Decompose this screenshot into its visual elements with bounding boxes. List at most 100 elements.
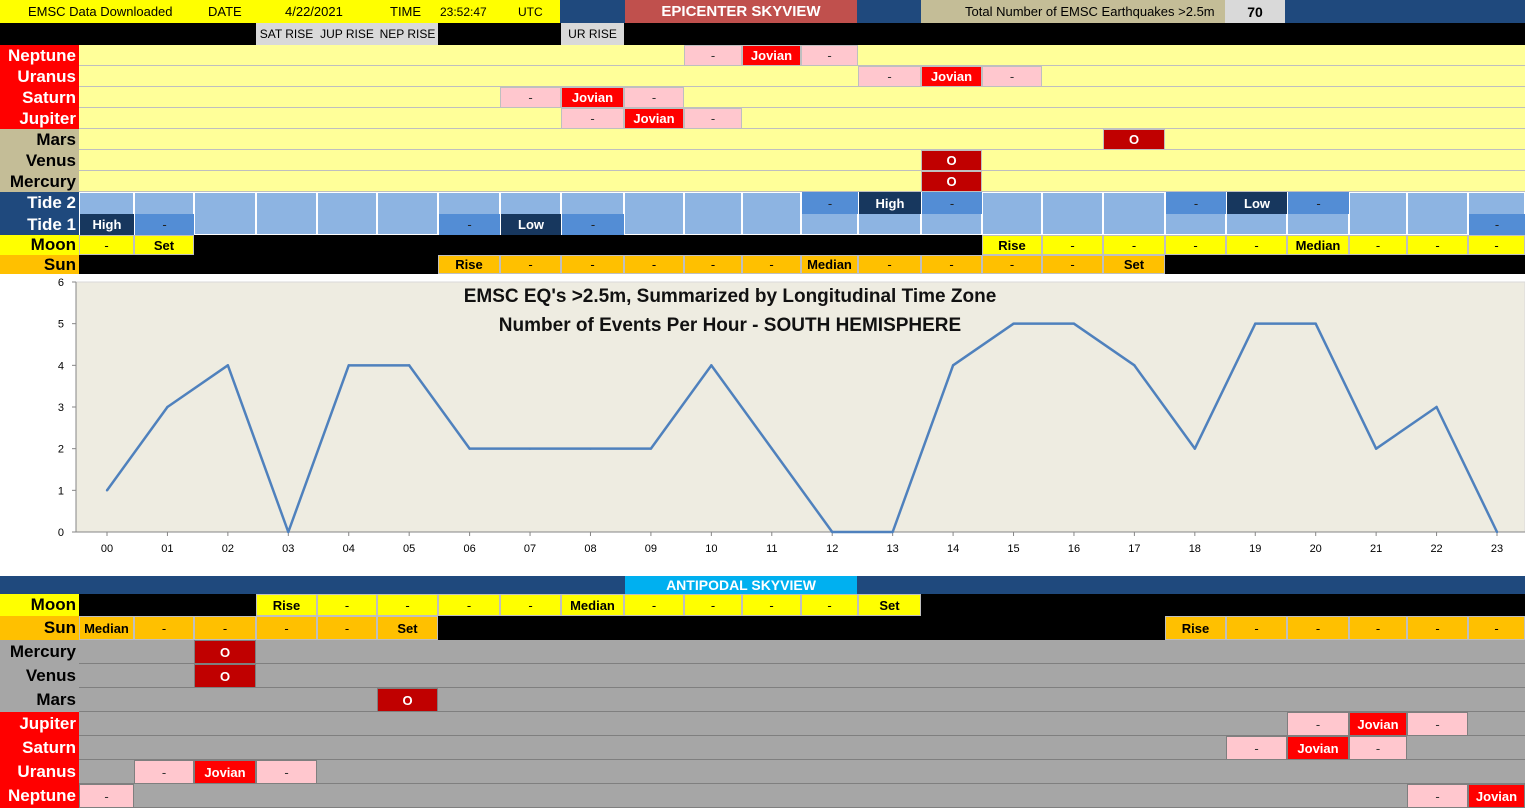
cell-uranus-02: Jovian — [194, 760, 256, 784]
antipodal-sun-cell-02: - — [194, 616, 256, 640]
row-label-mercury: Mercury — [0, 640, 79, 664]
row-strip-saturn — [79, 87, 1525, 108]
y-tick-label: 3 — [58, 402, 64, 414]
row-label-antipodal-moon: Moon — [0, 594, 79, 616]
tide-column-09 — [624, 192, 684, 235]
row-strip-mars — [79, 129, 1525, 150]
row-label-mars: Mars — [0, 688, 79, 712]
tide2-cell-12: - — [801, 192, 858, 214]
antipodal-sun-cell-18: Rise — [1165, 616, 1226, 640]
row-label-uranus: Uranus — [0, 760, 79, 784]
epicenter-sun-cell-08: - — [561, 255, 624, 274]
x-tick-label: 23 — [1491, 543, 1503, 555]
epicenter-moon-cell-23: - — [1468, 235, 1525, 255]
cell-saturn-08: Jovian — [561, 87, 624, 108]
epicenter-moon-cell-19: - — [1226, 235, 1287, 255]
row-label-epicenter-moon: Moon — [0, 235, 79, 255]
tide2-cell-19: Low — [1226, 192, 1287, 214]
row-strip-jupiter — [79, 108, 1525, 129]
cell-uranus-01: - — [134, 760, 194, 784]
tide-column-10 — [684, 192, 742, 235]
cell-jupiter-22: - — [1407, 712, 1468, 736]
cell-uranus-03: - — [256, 760, 317, 784]
data-point — [1254, 322, 1257, 325]
download-label: EMSC Data Downloaded — [28, 4, 173, 19]
antipodal-sun-cell-21: - — [1349, 616, 1407, 640]
data-point — [589, 447, 592, 450]
row-label-mercury: Mercury — [0, 171, 79, 192]
tide1-cell-23: - — [1468, 214, 1525, 235]
x-tick-label: 00 — [101, 543, 113, 555]
epicenter-sun-cell-11: - — [742, 255, 801, 274]
antipodal-moon-cell-12: - — [801, 594, 858, 616]
antipodal-sun-cell-04: - — [317, 616, 377, 640]
epicenter-sun-cell-12: Median — [801, 255, 858, 274]
antipodal-sun-cell-22: - — [1407, 616, 1468, 640]
epicenter-moon-cell-22: - — [1407, 235, 1468, 255]
antipodal-moon-cell-10: - — [684, 594, 742, 616]
data-point — [710, 364, 713, 367]
y-tick-label: 2 — [58, 444, 64, 456]
y-tick-label: 1 — [58, 485, 64, 497]
row-label-tide-2: Tide 2 — [0, 192, 79, 214]
row-label-antipodal-sun: Sun — [0, 616, 79, 640]
row-label-neptune: Neptune — [0, 784, 79, 808]
row-strip-neptune — [79, 784, 1525, 808]
cell-neptune-12: - — [801, 45, 858, 66]
data-point — [1495, 530, 1499, 534]
cell-jupiter-09: Jovian — [624, 108, 684, 129]
epicenter-sun-cell-17: Set — [1103, 255, 1165, 274]
rise-label-bar — [0, 23, 1525, 45]
tide1-cell-07: Low — [500, 214, 561, 235]
x-tick-label: 10 — [705, 543, 717, 555]
antipodal-skyview-title: ANTIPODAL SKYVIEW — [625, 576, 857, 594]
tide2-cell-13: High — [858, 192, 921, 214]
cell-uranus-13: - — [858, 66, 921, 87]
data-point — [468, 447, 471, 450]
cell-jupiter-21: Jovian — [1349, 712, 1407, 736]
time-label: TIME — [390, 4, 422, 19]
x-tick-label: 16 — [1068, 543, 1080, 555]
x-tick-label: 21 — [1370, 543, 1382, 555]
tide-column-21 — [1349, 192, 1407, 235]
data-point — [226, 364, 230, 367]
epicenter-moon-cell-20: Median — [1287, 235, 1349, 255]
cell-neptune-22: - — [1407, 784, 1468, 808]
data-point — [1374, 447, 1378, 450]
cell-mars-17: O — [1103, 129, 1165, 150]
epicenter-sun-cell-16: - — [1042, 255, 1103, 274]
data-point — [287, 530, 290, 534]
row-label-uranus: Uranus — [0, 66, 79, 87]
antipodal-sun-cell-05: Set — [377, 616, 438, 640]
data-point — [407, 364, 411, 367]
data-point — [1314, 322, 1317, 325]
data-point — [1435, 405, 1438, 409]
antipodal-sun-cell-19: - — [1226, 616, 1287, 640]
cell-mercury-14: O — [921, 171, 982, 192]
antipodal-sun-cell-20: - — [1287, 616, 1349, 640]
antipodal-sun-cell-01: - — [134, 616, 194, 640]
row-strip-venus — [79, 150, 1525, 171]
epicenter-sun-cell-15: - — [982, 255, 1042, 274]
nep-rise-label: NEP RISE — [377, 23, 438, 45]
epicenter-moon-cell-00: - — [79, 235, 134, 255]
epicenter-skyview-title: EPICENTER SKYVIEW — [625, 0, 857, 23]
antipodal-sun-cell-23: - — [1468, 616, 1525, 640]
x-tick-label: 17 — [1128, 543, 1140, 555]
cell-neptune-00: - — [79, 784, 134, 808]
x-tick-label: 09 — [645, 543, 657, 555]
tide-column-15 — [982, 192, 1042, 235]
antipodal-moon-cell-03: Rise — [256, 594, 317, 616]
cell-neptune-10: - — [684, 45, 742, 66]
row-label-jupiter: Jupiter — [0, 108, 79, 129]
row-label-saturn: Saturn — [0, 736, 79, 760]
time-value: 23:52:47 — [440, 4, 487, 19]
data-point — [770, 447, 773, 450]
x-tick-label: 18 — [1189, 543, 1201, 555]
data-point — [831, 530, 834, 534]
x-tick-label: 03 — [282, 543, 294, 555]
tide2-cell-20: - — [1287, 192, 1349, 214]
epicenter-moon-cell-21: - — [1349, 235, 1407, 255]
cell-saturn-21: - — [1349, 736, 1407, 760]
x-tick-label: 19 — [1249, 543, 1261, 555]
